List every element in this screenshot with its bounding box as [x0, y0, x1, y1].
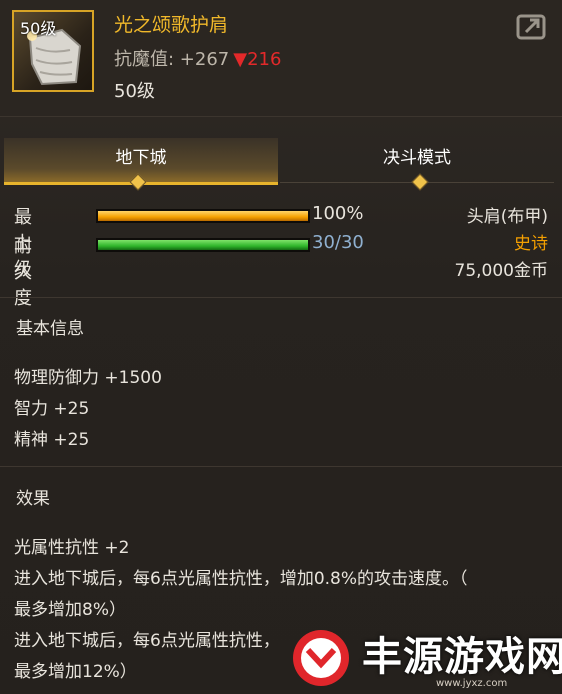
divider: [0, 297, 562, 298]
divider: [0, 466, 562, 467]
watermark: 丰源游戏网 www.jyxz.com: [286, 620, 562, 694]
item-rarity: 史诗: [514, 234, 548, 254]
durability-label: 耐久度: [14, 236, 32, 309]
item-name: 光之颂歌护肩: [114, 14, 229, 36]
basic-info-line: 物理防御力 +1500: [14, 368, 162, 388]
watermark-text: 丰源游戏网: [362, 634, 562, 680]
watermark-url: www.jyxz.com: [436, 678, 508, 689]
magic-resist-label: 抗魔值: +267: [114, 49, 230, 70]
stat-decrease: ▼216: [233, 49, 282, 70]
effects-title: 效果: [16, 489, 50, 509]
item-tooltip-panel: 50级 光之颂歌护肩 抗魔值: +267 ▼216 50级 地下城 决斗模式 最上…: [0, 0, 562, 694]
durability-bar-fill: [98, 240, 308, 250]
effect-line: 最多增加12%）: [14, 662, 137, 682]
item-level-badge: 50级: [20, 19, 57, 38]
upgrade-value: 100%: [312, 203, 364, 224]
upgrade-bar-fill: [98, 211, 308, 221]
watermark-logo-icon: [293, 630, 349, 686]
item-header: 50级 光之颂歌护肩 抗魔值: +267 ▼216 50级: [0, 0, 562, 117]
basic-info-title: 基本信息: [16, 319, 84, 339]
effect-line: 光属性抗性 +2: [14, 538, 130, 558]
effect-line: 进入地下城后，每6点光属性抗性，增加0.8%的攻击速度。（: [14, 569, 468, 589]
upgrade-bar: [96, 209, 310, 223]
item-icon[interactable]: 50级: [12, 10, 94, 92]
effect-line: 最多增加8%）: [14, 600, 126, 620]
basic-info-line: 精神 +25: [14, 430, 90, 450]
item-slot: 头肩(布甲): [466, 207, 548, 227]
item-price: 75,000金币: [454, 261, 548, 281]
required-level: 50级: [114, 81, 155, 102]
magic-resist-stat: 抗魔值: +267 ▼216: [114, 45, 281, 71]
basic-info-line: 智力 +25: [14, 399, 90, 419]
share-icon[interactable]: [516, 12, 548, 40]
durability-bar: [96, 238, 310, 252]
durability-value: 30/30: [312, 232, 364, 253]
effect-line: 进入地下城后，每6点光属性抗性，: [14, 631, 280, 651]
mode-tabs: 地下城 决斗模式: [4, 138, 554, 191]
